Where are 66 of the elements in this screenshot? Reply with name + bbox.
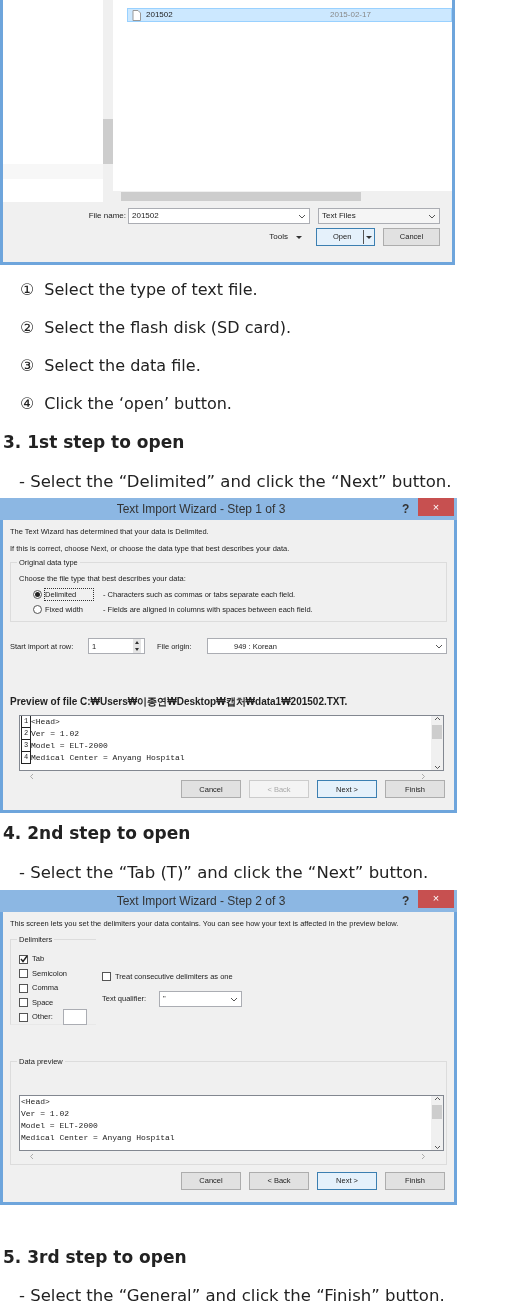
instruction-text: - Select the “Delimited” and click the “Next” button. xyxy=(18,470,453,493)
step-text: Select the flash disk (SD card). xyxy=(44,317,292,339)
checkbox[interactable] xyxy=(19,969,28,978)
instruction-text: - Select the “General” and click the “Finish” button. xyxy=(18,1285,446,1307)
chevron-down-icon xyxy=(428,212,436,220)
chevron-down-icon xyxy=(433,764,441,771)
preview-line: Medical Center = Anyang Hospital xyxy=(31,752,185,765)
check-icon xyxy=(19,955,28,963)
instruction-text: - Select the “Tab (T)” and click the “Next” button. xyxy=(18,861,430,884)
scrollbar[interactable] xyxy=(431,1095,443,1150)
checkbox[interactable] xyxy=(102,971,111,981)
step-number: ① xyxy=(20,279,35,301)
checkbox[interactable] xyxy=(19,954,28,964)
dialog-title: Text Import Wizard - Step 1 of 3 xyxy=(115,501,287,518)
radio-button[interactable] xyxy=(33,604,42,614)
tools-menu[interactable]: Tools xyxy=(269,231,302,243)
section-heading: 3. 1st step to open xyxy=(2,431,186,454)
caret-icon xyxy=(366,234,372,240)
checkbox[interactable] xyxy=(19,983,28,993)
section-heading: 4. 2nd step to open xyxy=(2,822,192,846)
chevron-left-icon xyxy=(29,773,35,781)
preview-line: <Head> xyxy=(31,716,60,729)
help-button[interactable]: ? xyxy=(402,500,418,518)
preview-line: Ver = 1.02 xyxy=(31,728,79,741)
file-name-field[interactable]: 201502 xyxy=(128,208,310,224)
file-row[interactable]: 201502 2015-02-17 xyxy=(127,8,452,22)
spin-arrows-icon xyxy=(133,639,141,654)
dialog-title: Text Import Wizard - Step 2 of 3 xyxy=(115,892,287,910)
chevron-down-icon xyxy=(435,642,443,650)
preview-line: <Head> xyxy=(21,1095,50,1108)
checkbox[interactable] xyxy=(19,998,28,1007)
other-field[interactable] xyxy=(62,1009,87,1025)
scrollbar[interactable] xyxy=(103,0,113,202)
step-text: Select the data file. xyxy=(44,355,201,377)
file-type-dropdown[interactable]: Text Files xyxy=(318,208,440,224)
close-button[interactable]: × xyxy=(418,889,454,908)
file-date: 2015-02-17 xyxy=(330,9,371,21)
caret-icon xyxy=(296,234,302,240)
step-number: ② xyxy=(20,317,35,339)
chevron-down-icon xyxy=(433,1143,441,1150)
field-label: File name: xyxy=(87,210,127,222)
scrollbar[interactable] xyxy=(431,716,443,771)
close-button[interactable]: × xyxy=(418,498,454,517)
file-name: 201502 xyxy=(146,9,174,21)
chevron-up-icon xyxy=(433,716,441,723)
section-heading: 5. 3rd step to open xyxy=(2,1245,188,1269)
chevron-right-icon xyxy=(420,1152,426,1160)
step-number: ③ xyxy=(20,355,35,377)
scrollbar[interactable] xyxy=(113,191,452,202)
file-icon xyxy=(132,9,142,21)
chevron-left-icon xyxy=(29,1152,35,1160)
preview-line: Ver = 1.02 xyxy=(21,1107,69,1120)
checkbox[interactable] xyxy=(19,1012,28,1022)
help-button[interactable]: ? xyxy=(402,891,418,910)
step-text: Select the type of text file. xyxy=(44,279,258,301)
chevron-down-icon xyxy=(298,212,306,220)
preview-line: Model = ELT-2000 xyxy=(21,1119,98,1132)
step-text: Click the ‘open’ button. xyxy=(44,393,232,415)
preview-line: Model = ELT-2000 xyxy=(31,740,108,753)
chevron-down-icon xyxy=(230,995,238,1003)
radio-button[interactable] xyxy=(33,589,42,599)
step-number: ④ xyxy=(20,393,35,415)
chevron-up-icon xyxy=(433,1095,441,1102)
preview-label: Preview of file C:₩Users₩이종연₩Desktop₩캡처₩data1₩201502.TXT. xyxy=(10,695,349,710)
chevron-right-icon xyxy=(420,773,426,781)
preview-line: Medical Center = Anyang Hospital xyxy=(21,1131,175,1144)
